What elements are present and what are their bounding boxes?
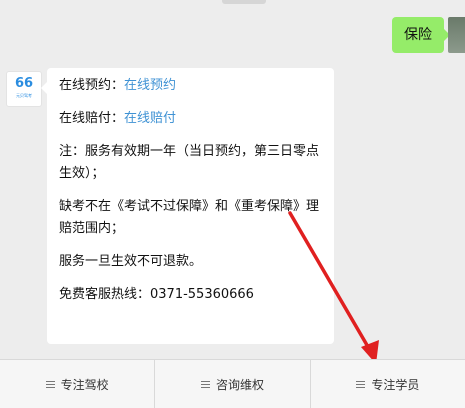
exclusion-note: 缺考不在《考试不过保障》和《重考保障》理赔范围内； bbox=[59, 199, 320, 236]
bottom-menu: 专注驾校 咨询维权 专注学员 bbox=[0, 359, 465, 408]
menu-list-icon bbox=[200, 379, 210, 390]
claim-row: 在线赔付：在线赔付 bbox=[59, 108, 322, 130]
menu-list-icon bbox=[45, 379, 55, 390]
menu-item-label: 专注学员 bbox=[371, 377, 420, 392]
validity-note: 注：服务有效期一年（当日预约，第三日零点生效）； bbox=[59, 144, 320, 181]
menu-item-label: 专注驾校 bbox=[60, 377, 109, 392]
bot-message-bubble: 在线预约：在线预约 在线赔付：在线赔付 注：服务有效期一年（当日预约，第三日零点… bbox=[41, 68, 334, 344]
booking-row: 在线预约：在线预约 bbox=[59, 75, 322, 97]
avatar-logo-number: 66 bbox=[14, 76, 34, 91]
hotline-text: 免费客服热线：0371-55360666 bbox=[59, 287, 254, 302]
refund-note: 服务一旦生效不可退款。 bbox=[59, 254, 203, 269]
booking-label: 在线预约： bbox=[59, 78, 125, 93]
user-message-bubble[interactable]: 保险 bbox=[392, 17, 450, 53]
timestamp-chip bbox=[222, 0, 266, 4]
claim-label: 在线赔付： bbox=[59, 111, 125, 126]
user-avatar[interactable] bbox=[448, 17, 465, 53]
menu-list-icon bbox=[356, 379, 366, 390]
avatar-logo-text: 元贝驾考 bbox=[16, 93, 32, 98]
menu-item-students[interactable]: 专注学员 bbox=[311, 360, 465, 408]
booking-link[interactable]: 在线预约 bbox=[124, 78, 176, 93]
menu-item-label: 咨询维权 bbox=[215, 377, 264, 392]
menu-item-consult[interactable]: 咨询维权 bbox=[155, 360, 311, 408]
claim-link[interactable]: 在线赔付 bbox=[124, 111, 176, 126]
bot-avatar[interactable]: 66 元贝驾考 bbox=[6, 71, 42, 107]
menu-item-driving-school[interactable]: 专注驾校 bbox=[0, 360, 156, 408]
